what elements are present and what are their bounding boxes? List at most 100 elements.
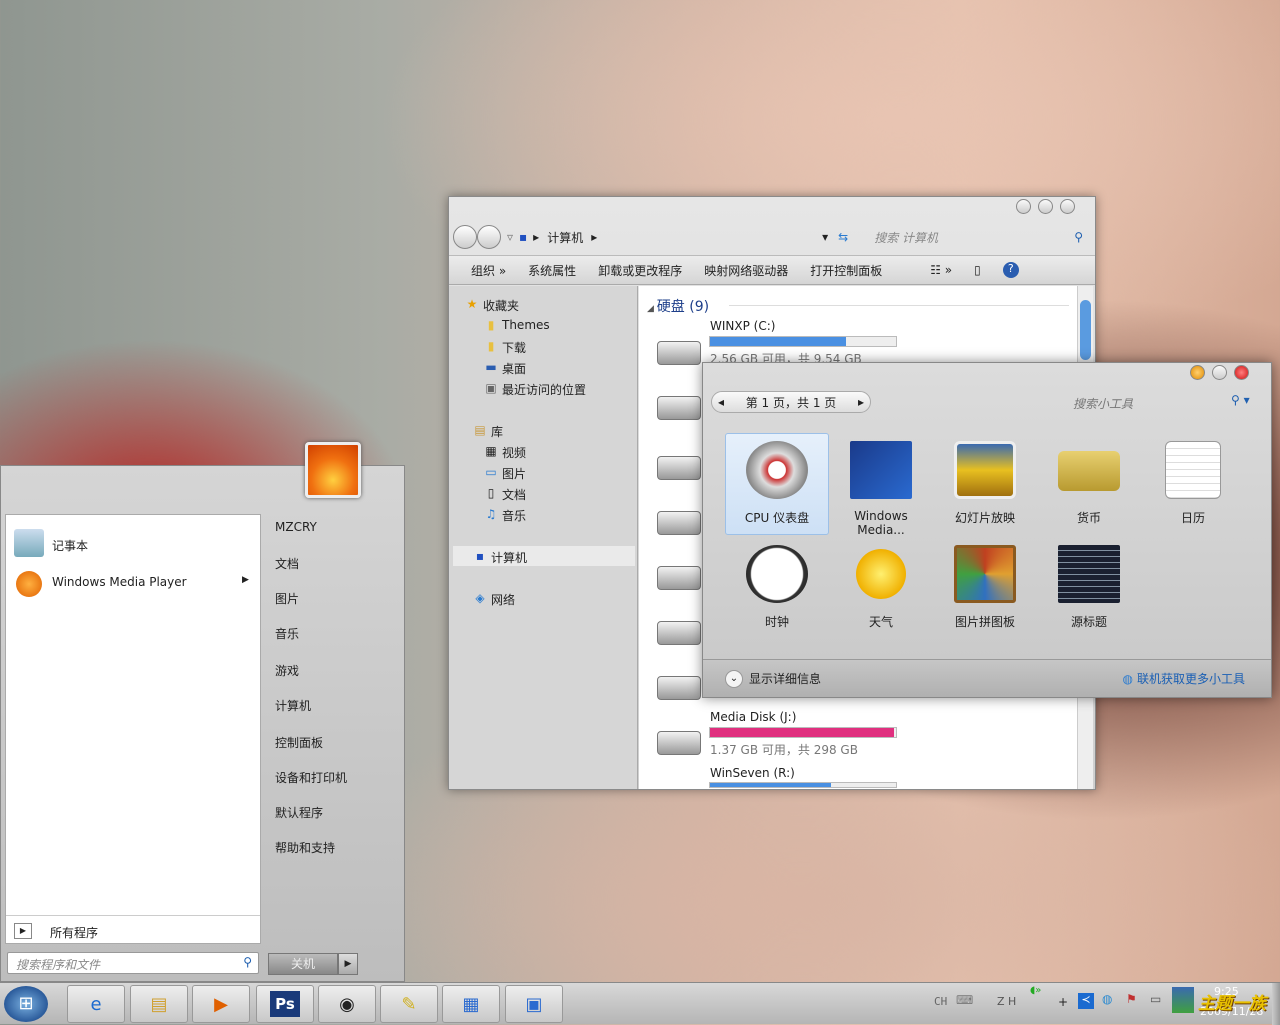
menu-devices-printers[interactable]: 设备和打印机 (275, 769, 347, 786)
shutdown-button[interactable]: 关机 (268, 953, 338, 975)
chevron-right-icon[interactable]: ▸ (533, 230, 539, 244)
network-connection-icon[interactable]: ▭ (1150, 992, 1161, 1006)
gadget-windows-media-center[interactable]: Windows Media... (829, 441, 933, 537)
program-notepad[interactable]: 记事本 (52, 537, 88, 554)
gadget-search-input[interactable]: 搜索小工具 (1073, 395, 1133, 412)
collapse-icon[interactable]: ◢ (647, 304, 657, 314)
taskbar-file-explorer-icon[interactable]: ▤ (130, 985, 188, 1023)
gadget-clock[interactable]: 时钟 (725, 545, 829, 630)
breadcrumb-computer[interactable]: 计算机 (547, 229, 583, 246)
taskbar-internet-explorer-icon[interactable]: e (67, 985, 125, 1023)
drive-icon[interactable] (657, 621, 701, 645)
keyboard-icon[interactable]: ⌨ (956, 993, 973, 1007)
nav-downloads[interactable]: 下载 (502, 341, 526, 355)
taskbar-media-player-icon[interactable]: ▶ (192, 985, 250, 1023)
drive-icon[interactable] (657, 341, 701, 365)
language-indicator[interactable]: CH (934, 995, 947, 1008)
nav-network[interactable]: 网络 (491, 593, 515, 607)
gadget-currency[interactable]: 货币 (1037, 441, 1141, 526)
gadget-feed-headlines[interactable]: 源标题 (1037, 545, 1141, 630)
taskbar-photoshop-icon[interactable]: Ps (256, 985, 314, 1023)
view-options-icon[interactable]: ☷ » (930, 263, 952, 277)
network-tray-icon[interactable]: ◍ (1102, 992, 1112, 1006)
maximize-button[interactable] (1038, 199, 1053, 214)
nav-computer[interactable]: 计算机 (491, 551, 527, 565)
address-dropdown-icon[interactable]: ▾ (822, 230, 828, 244)
drive-icon[interactable] (657, 566, 701, 590)
system-properties-button[interactable]: 系统属性 (528, 262, 576, 279)
drive-icon[interactable] (657, 396, 701, 420)
menu-games[interactable]: 游戏 (275, 662, 299, 679)
refresh-icon[interactable]: ⇆ (838, 230, 848, 244)
chevron-right-icon[interactable]: ▸ (591, 230, 597, 244)
menu-computer[interactable]: 计算机 (275, 697, 311, 714)
nav-themes[interactable]: Themes (502, 318, 550, 332)
show-desktop-button[interactable] (1272, 983, 1280, 1025)
user-avatar[interactable] (305, 442, 361, 498)
menu-control-panel[interactable]: 控制面板 (275, 734, 323, 751)
drive-name[interactable]: WINXP (C:) (710, 319, 775, 333)
start-search-input[interactable]: 搜索程序和文件 ⚲ (7, 952, 259, 974)
organize-button[interactable]: 组织 » (471, 262, 506, 279)
recent-dropdown-icon[interactable]: ▿ (507, 230, 513, 244)
desktop-switch-icon[interactable] (1172, 987, 1194, 1013)
nav-videos[interactable]: 视频 (502, 446, 526, 460)
nav-favorites[interactable]: 收藏夹 (483, 299, 519, 313)
map-network-drive-button[interactable]: 映射网络驱动器 (704, 262, 788, 279)
prev-page-button[interactable]: ◂ (718, 395, 724, 409)
search-icon[interactable]: ⚲ (1074, 230, 1083, 244)
gadget-calendar[interactable]: 日历 (1141, 441, 1245, 526)
expand-details-icon[interactable]: ⌄ (725, 669, 743, 688)
drive-name[interactable]: WinSeven (R:) (710, 766, 795, 780)
gadget-cpu-meter[interactable]: CPU 仪表盘 (725, 441, 829, 526)
show-hidden-icons[interactable]: + (1058, 995, 1068, 1009)
back-button[interactable] (453, 225, 477, 249)
nav-libraries[interactable]: 库 (491, 425, 503, 439)
taskbar-control-panel-icon[interactable]: ▦ (442, 985, 500, 1023)
gadget-weather[interactable]: 天气 (829, 545, 933, 630)
next-page-button[interactable]: ▸ (858, 395, 864, 409)
nav-pictures[interactable]: 图片 (502, 467, 526, 481)
drive-icon[interactable] (657, 731, 701, 755)
drive-name[interactable]: Media Disk (J:) (710, 710, 796, 724)
minimize-button[interactable] (1016, 199, 1031, 214)
submenu-arrow-icon[interactable]: ▶ (242, 575, 249, 585)
close-button[interactable] (1234, 365, 1249, 380)
search-input[interactable]: 搜索 计算机 (874, 229, 1074, 246)
taskbar-media-center-icon[interactable]: ◉ (318, 985, 376, 1023)
drive-icon[interactable] (657, 456, 701, 480)
minimize-button[interactable] (1190, 365, 1205, 380)
forward-button[interactable] (477, 225, 501, 249)
help-icon[interactable]: ? (1002, 262, 1019, 278)
menu-music[interactable]: 音乐 (275, 625, 299, 642)
open-control-panel-button[interactable]: 打开控制面板 (810, 262, 882, 279)
program-windows-media-player[interactable]: Windows Media Player (52, 575, 187, 589)
taskbar-remote-desktop-icon[interactable]: ▣ (505, 985, 563, 1023)
preview-pane-icon[interactable]: ▯ (974, 263, 981, 277)
uninstall-program-button[interactable]: 卸载或更改程序 (598, 262, 682, 279)
shutdown-options-arrow[interactable]: ▶ (338, 953, 358, 975)
menu-help-support[interactable]: 帮助和支持 (275, 839, 335, 856)
menu-pictures[interactable]: 图片 (275, 590, 299, 607)
taskbar-notes-icon[interactable]: ✎ (380, 985, 438, 1023)
drive-icon[interactable] (657, 676, 701, 700)
gadget-picture-puzzle[interactable]: 图片拼图板 (933, 545, 1037, 630)
ime-toggle-icon[interactable]: ◖» (1030, 985, 1041, 996)
maximize-button[interactable] (1212, 365, 1227, 380)
action-center-flag-icon[interactable]: ⚑ (1126, 992, 1137, 1006)
show-details-button[interactable]: 显示详细信息 (749, 670, 821, 687)
nav-music[interactable]: 音乐 (502, 509, 526, 523)
menu-user-folder[interactable]: MZCRY (275, 520, 317, 534)
get-more-gadgets-link[interactable]: 联机获取更多小工具 (1137, 670, 1245, 687)
all-programs-button[interactable]: 所有程序 (50, 924, 98, 941)
nav-desktop[interactable]: 桌面 (502, 362, 526, 376)
ime-indicator[interactable]: Z H (997, 995, 1016, 1008)
nav-documents[interactable]: 文档 (502, 488, 526, 502)
close-button[interactable] (1060, 199, 1075, 214)
scrollbar-thumb[interactable] (1080, 300, 1091, 360)
start-button[interactable]: ⊞ (4, 986, 48, 1022)
search-icon[interactable]: ⚲ ▾ (1231, 393, 1250, 407)
menu-documents[interactable]: 文档 (275, 555, 299, 572)
tray-app-icon[interactable]: ≺ (1078, 993, 1094, 1009)
drive-icon[interactable] (657, 511, 701, 535)
